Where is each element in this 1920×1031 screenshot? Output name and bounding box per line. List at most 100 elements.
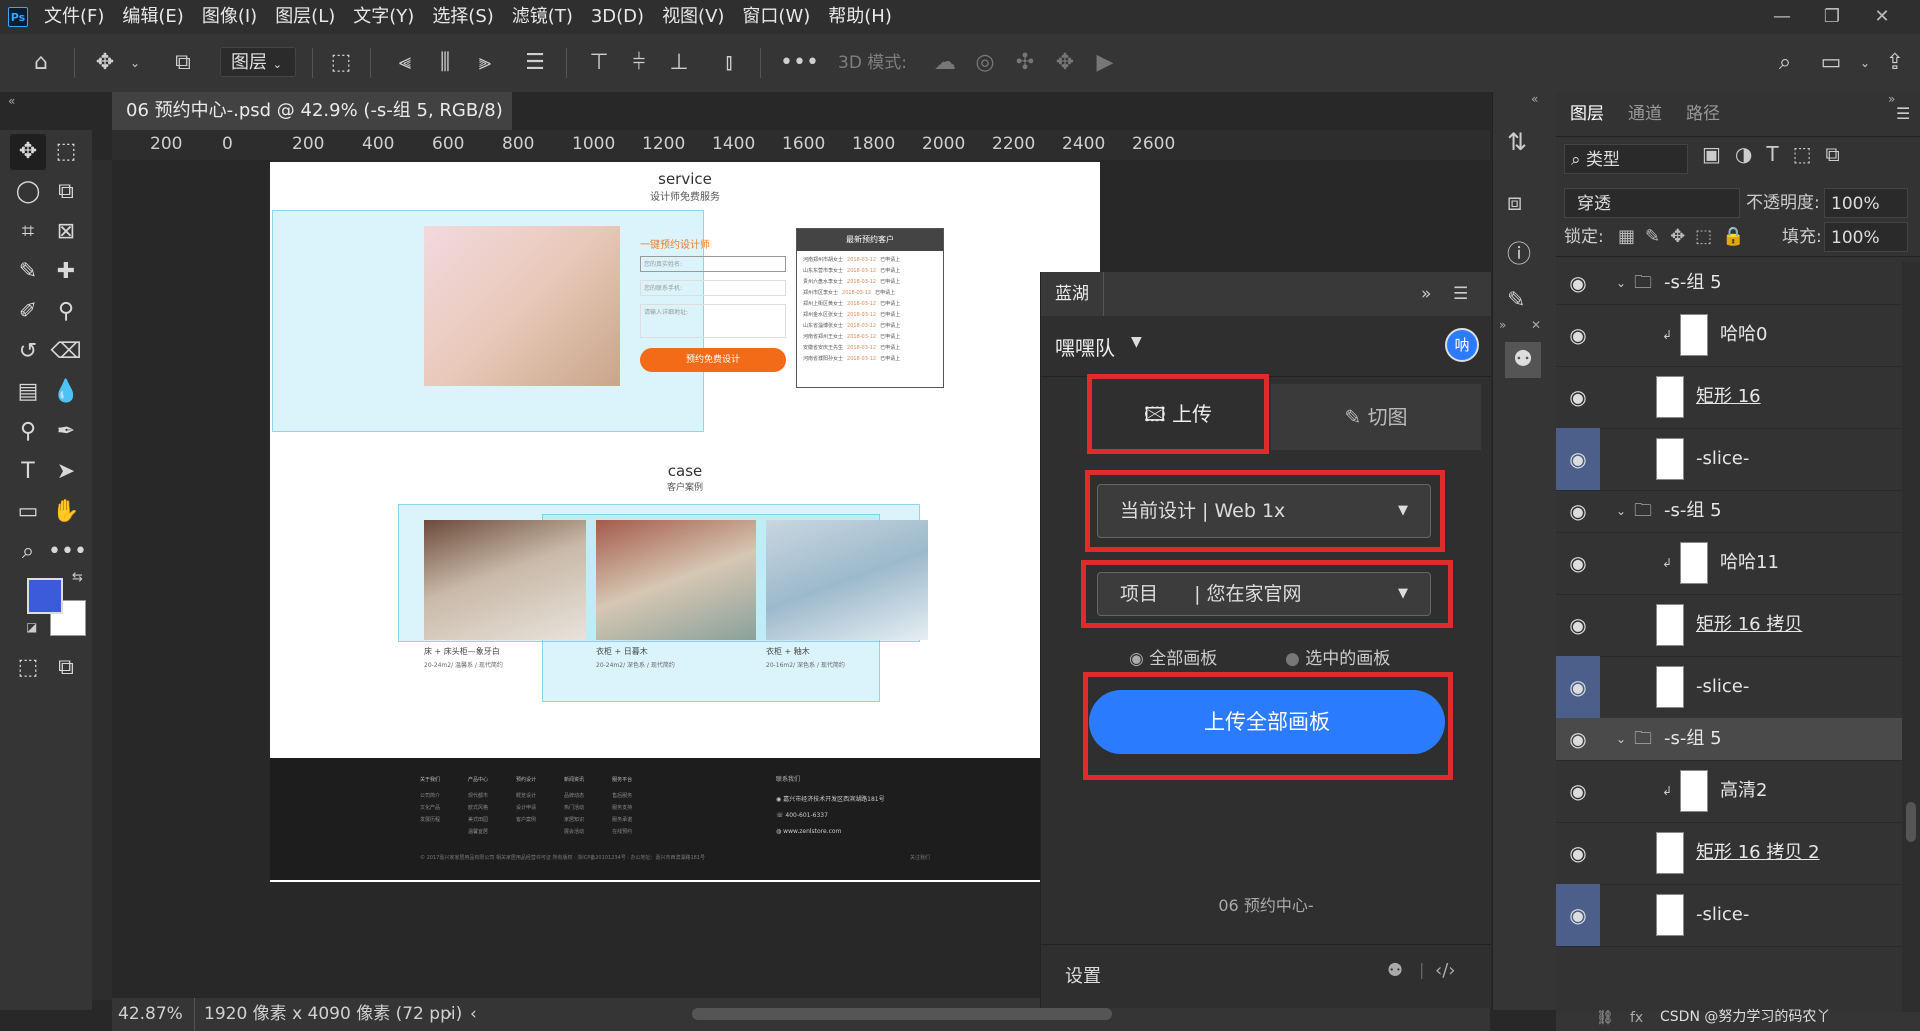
panel-menu-icon[interactable]: ☰ (1896, 104, 1910, 123)
layer-row[interactable]: ◉ -slice- (1556, 884, 1902, 947)
menu-edit[interactable]: 编辑(E) (122, 0, 183, 34)
3d-panel-icon[interactable]: ⧈ (1507, 188, 1522, 216)
fx-icon[interactable]: fx (1630, 1010, 1643, 1026)
tab-slice[interactable]: ✎ 切图 (1271, 384, 1481, 450)
tab-layers[interactable]: 图层 (1570, 96, 1604, 132)
layer-group-row[interactable]: ◉ ⌄ 🗀 -s-组 5 (1556, 262, 1902, 305)
link-layers-icon[interactable]: ⛓ (1596, 1010, 1614, 1026)
transform-controls-icon[interactable]: ⬚ (326, 48, 356, 78)
layer-row[interactable]: ◉ 矩形 16 拷贝 (1556, 594, 1902, 657)
default-colors-icon[interactable]: ◪ (26, 620, 37, 634)
visibility-eye-icon[interactable]: ◉ (1556, 594, 1600, 656)
form-address-input[interactable]: 请输入详细地址: (640, 304, 786, 338)
dodge-tool-icon[interactable]: ⚲ (10, 414, 46, 450)
footer-link[interactable]: 服务承诺 (612, 814, 632, 826)
expand-icon[interactable]: » (1499, 318, 1506, 332)
footer-link[interactable]: 美式田园 (468, 814, 488, 826)
eraser-tool-icon[interactable]: ⌫ (48, 334, 84, 370)
footer-link[interactable]: 家居知识 (564, 814, 584, 826)
distribute-vertical-icon[interactable]: ⫾ (714, 48, 744, 78)
move-icon[interactable]: ✥ (90, 48, 120, 78)
chevron-down-icon[interactable]: ⌄ (1616, 262, 1626, 304)
visibility-eye-icon[interactable]: ◉ (1556, 262, 1600, 304)
chevron-down-icon[interactable]: ⌄ (1616, 718, 1626, 760)
radio-selected-artboards[interactable]: ● 选中的画板 (1285, 644, 1390, 669)
type-tool-icon[interactable]: T (10, 454, 46, 490)
visibility-eye-icon[interactable]: ◉ (1556, 884, 1600, 946)
visibility-eye-icon[interactable]: ◉ (1556, 656, 1600, 718)
team-dropdown-icon[interactable]: ▼ (1131, 334, 1142, 350)
auto-select-dropdown[interactable]: 图层 ⌄ (220, 47, 296, 77)
code-icon[interactable]: ‹/› (1435, 960, 1455, 981)
design-select[interactable]: 当前设计 | Web 1x ▼ (1097, 484, 1431, 538)
menu-layer[interactable]: 图层(L) (275, 0, 335, 34)
align-middle-icon[interactable]: ⫩ (624, 48, 654, 78)
layer-row[interactable]: ◉ ↲ 哈哈0 (1556, 304, 1902, 367)
menu-image[interactable]: 图像(I) (202, 0, 257, 34)
layer-row[interactable]: ◉ ↲ 哈哈11 (1556, 532, 1902, 595)
zoom-level[interactable]: 42.87% (118, 998, 183, 1031)
footer-link[interactable]: 欧式风格 (468, 802, 488, 814)
chevron-down-icon[interactable]: ⌄ (1616, 490, 1626, 532)
history-brush-tool-icon[interactable]: ↺ (10, 334, 46, 370)
workspace-icon[interactable]: ▭ (1816, 48, 1846, 78)
menu-select[interactable]: 选择(S) (432, 0, 493, 34)
layer-row[interactable]: ◉ -slice- (1556, 428, 1902, 491)
tab-channels[interactable]: 通道 (1628, 96, 1662, 132)
expand-icon[interactable]: » (1421, 272, 1431, 316)
object-select-tool-icon[interactable]: ⧉ (48, 174, 84, 210)
visibility-eye-icon[interactable]: ◉ (1556, 366, 1600, 428)
layer-row[interactable]: ◉ ↲ 高清2 (1556, 760, 1902, 823)
layers-scrollbar[interactable] (1902, 262, 1920, 1012)
scroll-left-icon[interactable]: ‹ (470, 998, 477, 1031)
more-options-icon[interactable]: ••• (780, 48, 819, 78)
tab-upload[interactable]: 🖾 上传 (1087, 374, 1269, 454)
opacity-input[interactable]: 100% (1824, 188, 1908, 218)
footer-link[interactable]: 温馨宜居 (468, 826, 488, 838)
form-phone-input[interactable]: 您的联系手机: (640, 280, 786, 296)
align-right-icon[interactable]: ⫸ (470, 48, 500, 78)
auto-select-icon[interactable]: ⧉ (168, 48, 198, 78)
filter-icons[interactable]: ▣◑T⬚⧉ (1702, 142, 1854, 166)
rectangle-tool-icon[interactable]: ▭ (10, 494, 46, 530)
layer-group-row[interactable]: ◉ ⌄ 🗀 -s-组 5 (1556, 490, 1902, 533)
robot-icon[interactable]: ⚉ (1387, 960, 1403, 981)
brush-panel-icon[interactable]: ✎ (1507, 288, 1525, 313)
blur-tool-icon[interactable]: 💧 (48, 374, 84, 410)
visibility-eye-icon[interactable]: ◉ (1556, 490, 1600, 532)
screen-mode-icon[interactable]: ⧉ (48, 650, 84, 686)
footer-link[interactable]: 热门活动 (564, 802, 584, 814)
fill-input[interactable]: 100% (1824, 222, 1908, 252)
move-tool-icon[interactable]: ✥ (10, 134, 46, 170)
footer-link[interactable]: 设计申请 (516, 802, 536, 814)
visibility-eye-icon[interactable]: ◉ (1556, 532, 1600, 594)
distribute-icon[interactable]: ☰ (520, 48, 550, 78)
chevron-down-icon[interactable]: ⌄ (1850, 48, 1880, 78)
menu-view[interactable]: 视图(V) (662, 0, 724, 34)
close-button[interactable]: ✕ (1862, 0, 1902, 34)
user-avatar[interactable]: 呐 (1445, 328, 1479, 362)
visibility-eye-icon[interactable]: ◉ (1556, 822, 1600, 884)
visibility-eye-icon[interactable]: ◉ (1556, 304, 1600, 366)
status-menu-icon[interactable]: › (446, 998, 453, 1031)
align-top-icon[interactable]: ⊤ (584, 48, 614, 78)
expand-panels-icon[interactable]: « (1531, 92, 1538, 106)
restore-button[interactable]: ❐ (1812, 0, 1852, 34)
layer-row[interactable]: ◉ 矩形 16 (1556, 366, 1902, 429)
crop-tool-icon[interactable]: ⌗ (10, 214, 46, 250)
marquee-tool-icon[interactable]: ⬚ (48, 134, 84, 170)
layer-row[interactable]: ◉ -slice- (1556, 656, 1902, 719)
zoom-tool-icon[interactable]: ⌕ (10, 534, 46, 570)
search-icon[interactable]: ⌕ (1770, 48, 1800, 78)
align-bottom-icon[interactable]: ⊥ (664, 48, 694, 78)
project-select[interactable]: 项目 | 您在家官网 ▼ (1097, 572, 1431, 616)
footer-link[interactable]: 售后服务 (612, 790, 632, 802)
footer-link[interactable]: 客户案例 (516, 814, 536, 826)
scroll-thumb[interactable] (1906, 802, 1916, 842)
minimize-button[interactable]: — (1762, 0, 1802, 34)
gradient-tool-icon[interactable]: ▤ (10, 374, 46, 410)
properties-icon[interactable]: ⇅ (1507, 128, 1527, 156)
footer-link[interactable]: 现代都市 (468, 790, 488, 802)
footer-link[interactable]: 文化产品 (420, 802, 440, 814)
collapse-toolbar-icon[interactable]: « (8, 94, 15, 108)
